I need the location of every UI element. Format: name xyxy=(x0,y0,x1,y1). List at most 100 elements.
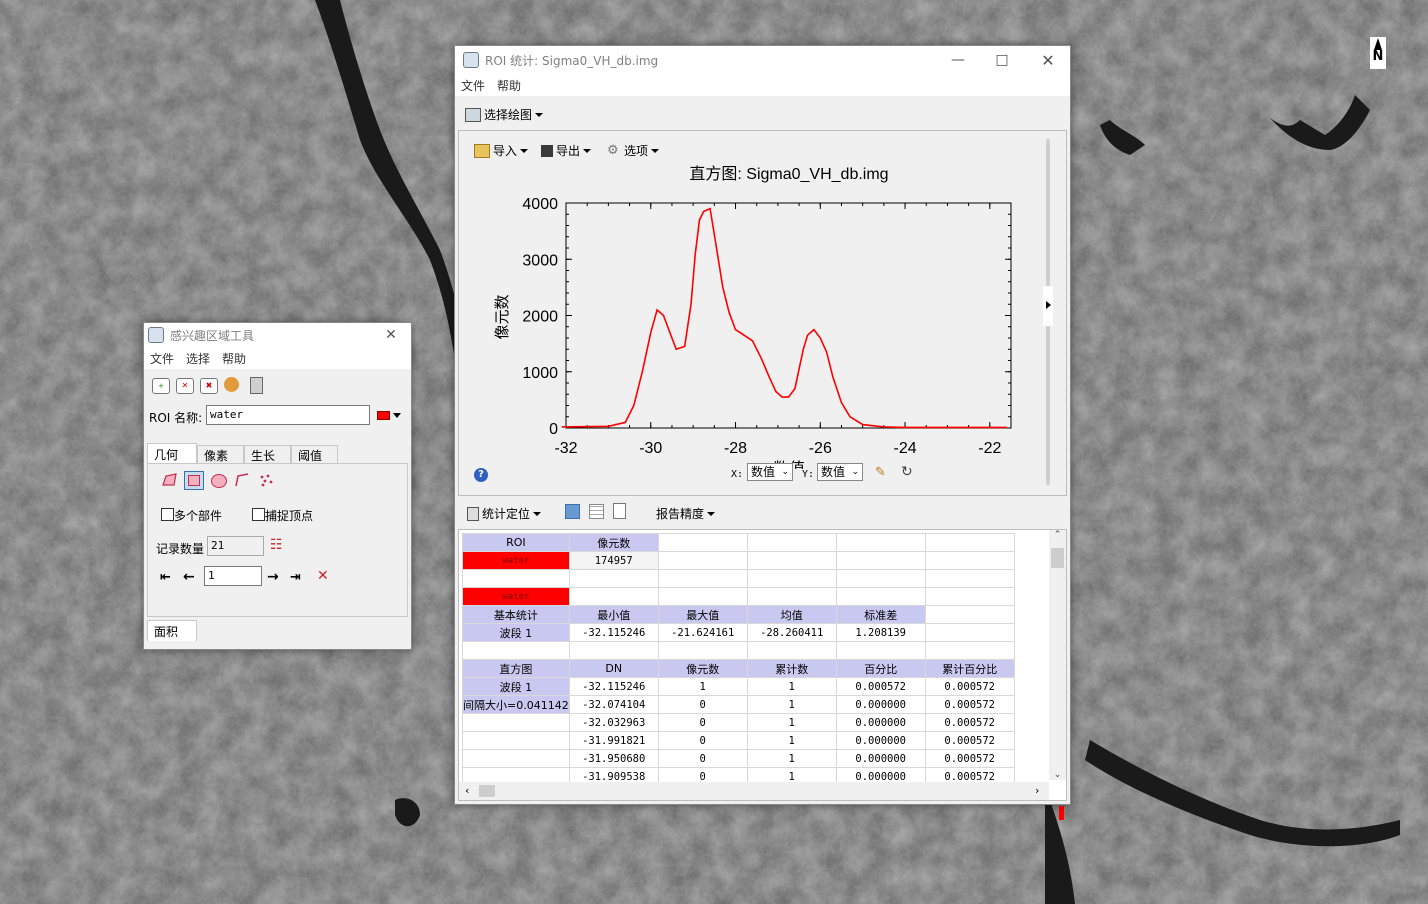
table-cell[interactable]: 最大值 xyxy=(657,605,748,624)
stats-locate-button[interactable]: 统计定位 xyxy=(467,505,541,522)
hand-icon[interactable] xyxy=(224,377,239,392)
tab-pixel[interactable]: 像素 xyxy=(197,445,244,464)
layout-single-icon[interactable] xyxy=(565,504,580,519)
first-record-icon[interactable]: ⇤ xyxy=(160,570,171,585)
table-cell[interactable]: 累计百分比 xyxy=(924,659,1015,678)
table-cell[interactable] xyxy=(746,569,837,588)
delete-roi-icon[interactable]: ✕ xyxy=(176,378,194,394)
copy-icon[interactable] xyxy=(613,503,626,519)
report-precision-button[interactable]: 报告精度 xyxy=(656,505,715,522)
table-cell[interactable] xyxy=(924,605,1015,624)
table-cell[interactable]: 0 xyxy=(657,713,748,732)
multi-part-checkbox[interactable] xyxy=(161,508,174,521)
table-cell[interactable] xyxy=(835,551,926,570)
table-cell[interactable] xyxy=(835,641,926,660)
table-cell[interactable]: 0.000572 xyxy=(835,677,926,696)
menu-help[interactable]: 帮助 xyxy=(222,350,246,367)
roi-color-picker[interactable] xyxy=(377,409,403,421)
table-cell[interactable] xyxy=(924,587,1015,606)
scroll-left-icon[interactable]: ‹ xyxy=(465,784,469,797)
table-cell[interactable]: ROI xyxy=(462,533,570,552)
table-cell[interactable]: water xyxy=(462,551,570,570)
roi-stats-titlebar[interactable]: ROI 统计: Sigma0_VH_db.img — □ ✕ xyxy=(455,46,1070,74)
table-cell[interactable]: 1.208139 xyxy=(835,623,926,642)
table-cell[interactable]: 0.000572 xyxy=(924,695,1015,714)
roi-name-input[interactable]: water xyxy=(206,405,370,425)
table-cell[interactable]: -31.991821 xyxy=(568,731,659,750)
tab-geometry[interactable]: 几何 xyxy=(147,443,197,464)
ellipse-tool-icon[interactable] xyxy=(211,474,227,488)
table-cell[interactable] xyxy=(657,569,748,588)
table-cell[interactable] xyxy=(657,551,748,570)
table-cell[interactable] xyxy=(657,641,748,660)
rectangle-tool-icon[interactable] xyxy=(184,471,204,490)
table-cell[interactable]: -21.624161 xyxy=(657,623,748,642)
roi-tool-titlebar[interactable]: 感兴趣区域工具 ✕ xyxy=(144,323,411,347)
horizontal-scrollbar[interactable]: ‹ › xyxy=(459,782,1049,800)
scroll-right-icon[interactable]: › xyxy=(1035,784,1039,797)
table-cell[interactable]: -32.032963 xyxy=(568,713,659,732)
table-cell[interactable]: 0.000000 xyxy=(835,695,926,714)
table-cell[interactable]: 波段 1 xyxy=(462,677,570,696)
polyline-tool-icon[interactable] xyxy=(235,473,249,487)
table-cell[interactable] xyxy=(462,569,570,588)
menu-select[interactable]: 选择 xyxy=(186,350,210,367)
table-cell[interactable]: 间隔大小=0.041142 xyxy=(462,695,570,714)
table-cell[interactable]: -32.115246 xyxy=(568,677,659,696)
help-icon[interactable]: ? xyxy=(474,468,488,482)
maximize-button[interactable]: □ xyxy=(979,46,1025,74)
table-cell[interactable]: -32.074104 xyxy=(568,695,659,714)
table-cell[interactable] xyxy=(835,533,926,552)
table-cell[interactable]: 像元数 xyxy=(568,533,659,552)
table-cell[interactable] xyxy=(924,641,1015,660)
table-cell[interactable]: 均值 xyxy=(746,605,837,624)
table-cell[interactable]: 1 xyxy=(746,713,837,732)
table-cell[interactable] xyxy=(924,551,1015,570)
table-cell[interactable] xyxy=(462,731,570,750)
table-cell[interactable] xyxy=(462,749,570,768)
vertical-scrollbar[interactable]: ⌃ ⌄ xyxy=(1049,530,1066,780)
delete-record-icon[interactable]: ✕ xyxy=(317,568,329,584)
pencil-icon[interactable]: ✎ xyxy=(875,466,889,480)
export-button[interactable]: 导出 xyxy=(541,142,591,159)
table-cell[interactable]: 百分比 xyxy=(835,659,926,678)
table-cell[interactable] xyxy=(462,641,570,660)
tab-threshold[interactable]: 阈值 xyxy=(291,445,338,464)
tab-area[interactable]: 面积 xyxy=(147,620,197,641)
table-cell[interactable]: -31.950680 xyxy=(568,749,659,768)
close-button[interactable]: ✕ xyxy=(376,323,406,347)
import-button[interactable]: 导入 xyxy=(474,142,528,159)
table-cell[interactable]: -32.115246 xyxy=(568,623,659,642)
delete-all-roi-icon[interactable]: ✖ xyxy=(200,378,218,394)
table-cell[interactable] xyxy=(657,587,748,606)
table-cell[interactable] xyxy=(462,713,570,732)
table-cell[interactable]: 174957 xyxy=(568,551,659,570)
table-cell[interactable]: 累计数 xyxy=(746,659,837,678)
table-cell[interactable] xyxy=(835,569,926,588)
refresh-icon[interactable]: ↻ xyxy=(901,465,915,479)
select-plot-button[interactable]: 选择绘图 xyxy=(465,106,543,123)
table-cell[interactable]: 0.000572 xyxy=(924,731,1015,750)
tab-grow[interactable]: 生长 xyxy=(244,445,291,464)
table-cell[interactable] xyxy=(746,551,837,570)
table-cell[interactable] xyxy=(835,587,926,606)
scroll-down-icon[interactable]: ⌄ xyxy=(1049,770,1066,780)
polygon-tool-icon[interactable] xyxy=(162,473,178,487)
table-cell[interactable] xyxy=(568,569,659,588)
table-cell[interactable]: 0 xyxy=(657,731,748,750)
table-cell[interactable]: 1 xyxy=(746,749,837,768)
table-cell[interactable]: water xyxy=(462,587,570,606)
table-cell[interactable] xyxy=(746,587,837,606)
table-cell[interactable]: DN xyxy=(568,659,659,678)
layout-grid-icon[interactable] xyxy=(589,504,604,519)
table-cell[interactable]: 0.000572 xyxy=(924,713,1015,732)
table-cell[interactable]: 1 xyxy=(746,695,837,714)
scroll-up-icon[interactable]: ⌃ xyxy=(1049,530,1066,540)
record-index-input[interactable]: 1 xyxy=(204,566,262,586)
table-cell[interactable] xyxy=(657,533,748,552)
snap-vertex-checkbox[interactable] xyxy=(252,508,265,521)
x-axis-select[interactable]: 数值 ⌄ xyxy=(747,463,793,481)
table-cell[interactable] xyxy=(924,623,1015,642)
table-cell[interactable]: 直方图 xyxy=(462,659,570,678)
menu-file[interactable]: 文件 xyxy=(150,350,174,367)
